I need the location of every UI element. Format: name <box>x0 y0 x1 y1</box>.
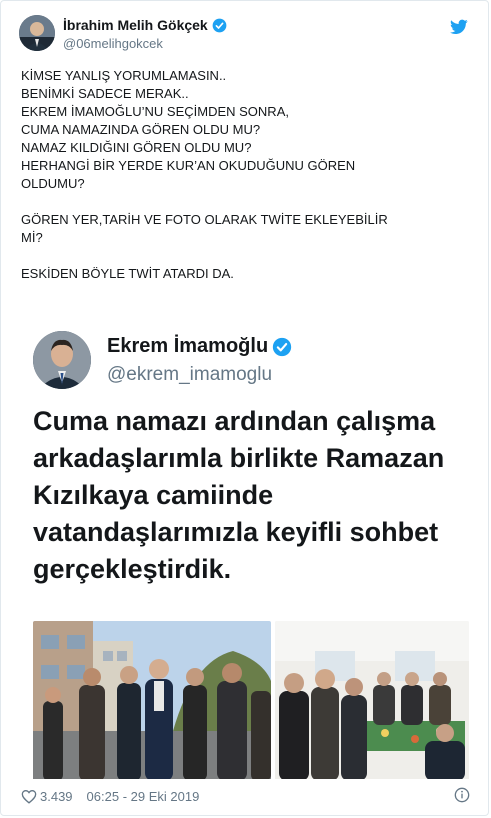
tweet-line: NAMAZ KILDIĞINI GÖREN OLDU MU? <box>21 140 252 155</box>
tweet-text: KİMSE YANLIŞ YORUMLAMASIN.. BENİMKİ SADE… <box>21 67 471 283</box>
embedded-tweet-line: arkadaşlarımla birlikte Ramazan <box>33 443 445 473</box>
photo-indoor-conversation <box>275 621 469 779</box>
tweet-line: GÖREN YER,TARİH VE FOTO OLARAK TWİTE EKL… <box>21 212 388 227</box>
embedded-photo-grid <box>33 621 469 779</box>
tweet-line <box>21 247 471 265</box>
tweet-line: HERHANGİ BİR YERDE KUR’AN OKUDUĞUNU GÖRE… <box>21 158 356 173</box>
tweet-footer: 3.439 06:25 - 29 Eki 2019 <box>21 786 470 806</box>
author-handle[interactable]: @06melihgokcek <box>63 36 227 51</box>
verified-badge-icon <box>273 337 292 356</box>
embedded-tweet-line: Kızılkaya camiinde <box>33 480 274 510</box>
photo-street-handshake <box>33 621 271 779</box>
author-info: İbrahim Melih Gökçek @06melihgokcek <box>63 17 227 51</box>
embedded-author-avatar <box>33 331 91 389</box>
embedded-tweet-text: Cuma namazı ardından çalışma arkadaşları… <box>33 403 469 588</box>
tweet-line: ESKİDEN BÖYLE TWİT ATARDI DA. <box>21 266 234 281</box>
tweet-line: OLDUMU? <box>21 176 85 191</box>
heart-icon[interactable] <box>21 789 37 804</box>
author-name[interactable]: İbrahim Melih Gökçek <box>63 17 208 33</box>
embedded-author-name: Ekrem İmamoğlu <box>107 335 269 357</box>
tweet-card: İbrahim Melih Gökçek @06melihgokcek KİMS… <box>0 0 489 816</box>
tweet-line <box>21 193 471 211</box>
embedded-tweet-line: vatandaşlarımızla keyifli sohbet <box>33 517 439 547</box>
tweet-line: CUMA NAMAZINDA GÖREN OLDU MU? <box>21 122 261 137</box>
tweet-line: EKREM İMAMOĞLU’NU SEÇİMDEN SONRA, <box>21 104 289 119</box>
tweet-line: Mİ? <box>21 230 43 245</box>
twitter-bird-icon[interactable] <box>450 19 468 35</box>
embedded-author-handle: @ekrem_imamoglu <box>107 364 273 385</box>
info-icon[interactable] <box>454 787 470 803</box>
verified-badge-icon <box>212 18 227 32</box>
tweet-line: BENİMKİ SADECE MERAK.. <box>21 86 189 101</box>
embedded-tweet-screenshot[interactable]: Ekrem İmamoğlu @ekrem_imamoglu Cuma nama… <box>21 319 473 779</box>
embedded-tweet-line: gerçekleştirdik. <box>33 554 232 584</box>
tweet-line: KİMSE YANLIŞ YORUMLAMASIN.. <box>21 68 227 83</box>
like-count[interactable]: 3.439 <box>40 789 73 804</box>
embedded-tweet-line: Cuma namazı ardından çalışma <box>33 406 436 436</box>
author-avatar[interactable] <box>19 15 55 51</box>
embedded-author-info: Ekrem İmamoğlu @ekrem_imamoglu <box>107 335 292 386</box>
tweet-header: İbrahim Melih Gökçek @06melihgokcek <box>19 15 474 55</box>
tweet-timestamp[interactable]: 06:25 - 29 Eki 2019 <box>87 789 200 804</box>
